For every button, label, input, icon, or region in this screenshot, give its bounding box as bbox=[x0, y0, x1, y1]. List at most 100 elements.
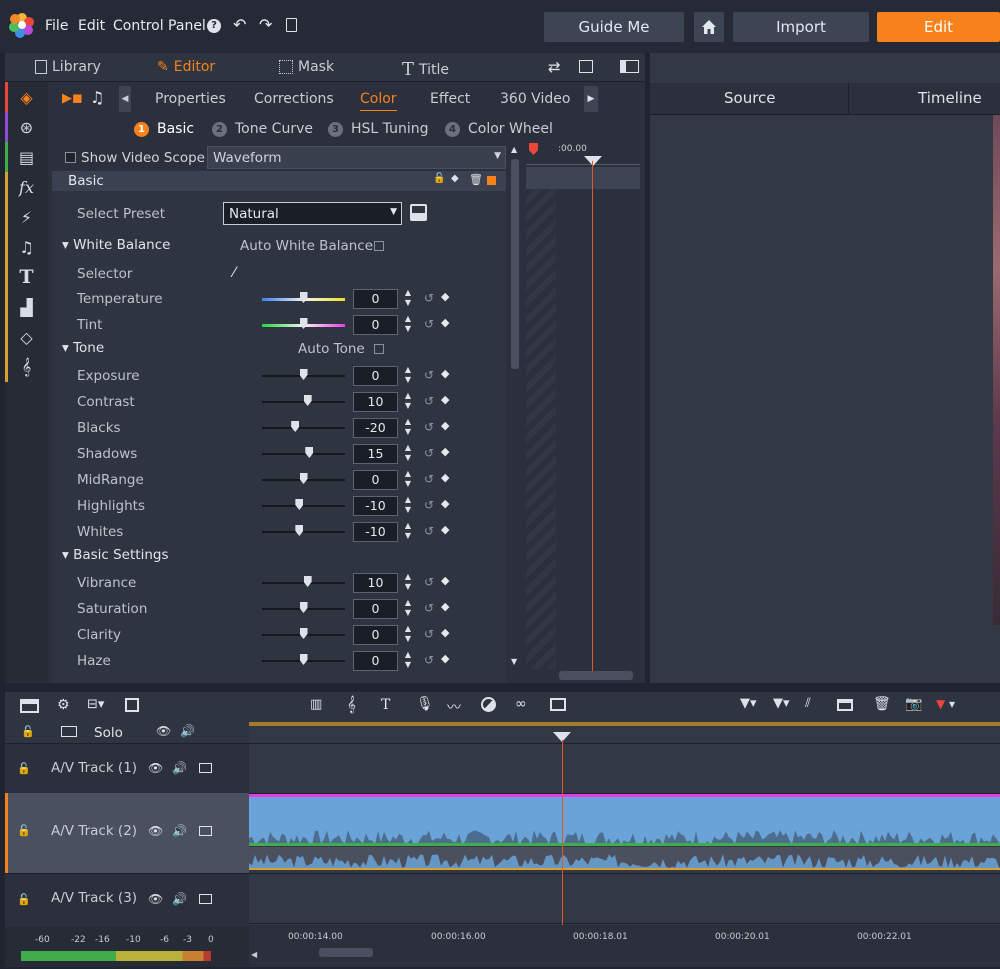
blend-icon[interactable]: ∞ bbox=[515, 696, 527, 712]
delete-icon[interactable]: 🗑 bbox=[469, 173, 483, 186]
sidebar-clef-icon[interactable]: 𝄞 bbox=[5, 352, 48, 382]
video-icon[interactable]: ▶◼ bbox=[62, 91, 83, 106]
reset-icon[interactable]: ↺ bbox=[424, 524, 434, 538]
import-button[interactable]: Import bbox=[733, 12, 869, 42]
vibrance-stepper[interactable]: ▲ ▼ bbox=[403, 572, 413, 594]
speaker-icon[interactable]: 🔊 bbox=[172, 892, 187, 906]
scope-checkbox[interactable] bbox=[65, 152, 76, 163]
reset-icon[interactable]: ↺ bbox=[424, 446, 434, 460]
split-icon[interactable]: ⫽ bbox=[805, 696, 811, 711]
reset-icon[interactable]: ↺ bbox=[424, 498, 434, 512]
trash-icon[interactable]: 🗑 bbox=[873, 696, 891, 712]
haze-value[interactable]: 0 bbox=[353, 651, 398, 671]
mini-hscroll[interactable] bbox=[559, 671, 633, 680]
white-balance-row[interactable]: ▾ White Balance Auto White Balance bbox=[52, 233, 506, 259]
tab-editor[interactable]: ✎ Editor bbox=[157, 59, 215, 75]
guide-me-button[interactable]: Guide Me bbox=[544, 12, 684, 42]
reset-icon[interactable]: ↺ bbox=[424, 317, 434, 331]
midrange-stepper[interactable]: ▲ ▼ bbox=[403, 469, 413, 491]
keyframe-icon[interactable]: ◆ bbox=[451, 173, 459, 184]
eye-icon[interactable]: 👁 bbox=[156, 724, 171, 738]
keyframe-diamond-icon[interactable]: ◆ bbox=[441, 316, 449, 329]
redo-icon[interactable]: ↷ bbox=[259, 15, 272, 34]
keyframe-diamond-icon[interactable]: ◆ bbox=[441, 497, 449, 510]
haze-stepper[interactable]: ▲ ▼ bbox=[403, 650, 413, 672]
audio-clip[interactable] bbox=[249, 847, 1000, 870]
layout-icon[interactable] bbox=[620, 60, 639, 73]
speaker-icon[interactable]: 🔊 bbox=[172, 824, 187, 838]
help-icon[interactable]: ? bbox=[207, 19, 221, 33]
track-options-icon[interactable]: ⊟▾ bbox=[87, 697, 104, 712]
tab-timeline[interactable]: Timeline bbox=[918, 89, 982, 107]
reset-icon[interactable]: ↺ bbox=[424, 420, 434, 434]
basic-settings-row[interactable]: ▾ Basic Settings bbox=[52, 543, 506, 569]
lock-icon[interactable]: 🔓 bbox=[17, 893, 31, 906]
tint-slider[interactable] bbox=[262, 318, 345, 329]
auto-white-balance-checkbox[interactable] bbox=[374, 241, 384, 251]
preset-select[interactable]: Natural ▼ bbox=[223, 202, 402, 225]
saturation-slider[interactable] bbox=[262, 602, 345, 613]
tab-properties[interactable]: Properties bbox=[155, 91, 226, 107]
motion-icon[interactable]: 〰 bbox=[447, 697, 461, 717]
temperature-slider[interactable] bbox=[262, 292, 345, 303]
clarity-slider[interactable] bbox=[262, 628, 345, 639]
keyframe-diamond-icon[interactable]: ◆ bbox=[441, 419, 449, 432]
eyedropper-icon[interactable]: ⁄ bbox=[233, 265, 235, 281]
tabs-scroll-left[interactable]: ◀ bbox=[119, 86, 131, 112]
title-tool-icon[interactable]: T bbox=[381, 697, 390, 713]
sidebar-media-icon[interactable]: ◈ bbox=[5, 82, 48, 112]
blacks-stepper[interactable]: ▲ ▼ bbox=[403, 417, 413, 439]
whites-stepper[interactable]: ▲ ▼ bbox=[403, 521, 413, 543]
keyframe-diamond-icon[interactable]: ◆ bbox=[441, 290, 449, 303]
midrange-value[interactable]: 0 bbox=[353, 470, 398, 490]
tone-row[interactable]: ▾ Tone Auto Tone bbox=[52, 336, 506, 362]
audio-icon[interactable]: ♫ bbox=[90, 88, 104, 107]
speaker-icon[interactable]: 🔊 bbox=[180, 724, 195, 738]
eye-icon[interactable]: 👁 bbox=[148, 824, 163, 838]
exposure-value[interactable]: 0 bbox=[353, 366, 398, 386]
tab-library[interactable]: Library bbox=[35, 59, 101, 75]
shadows-stepper[interactable]: ▲ ▼ bbox=[403, 443, 413, 465]
reset-icon[interactable]: ↺ bbox=[424, 627, 434, 641]
eye-icon[interactable]: 👁 bbox=[148, 761, 163, 775]
track-1-header[interactable]: 🔓 A/V Track (1) 👁 🔊 bbox=[5, 743, 249, 793]
marker-icon[interactable] bbox=[529, 143, 538, 155]
marker-dropdown-icon[interactable]: ▼▾ bbox=[740, 696, 757, 711]
solo-track-icon[interactable] bbox=[61, 726, 77, 737]
sidebar-layers-icon[interactable]: ◇ bbox=[5, 322, 48, 352]
tab-color[interactable]: Color bbox=[360, 91, 397, 111]
blacks-slider[interactable] bbox=[262, 421, 345, 432]
sidebar-title-icon[interactable]: T bbox=[5, 262, 48, 292]
saturation-value[interactable]: 0 bbox=[353, 599, 398, 619]
subtab-color-wheel[interactable]: 4 Color Wheel bbox=[445, 121, 553, 137]
exposure-stepper[interactable]: ▲ ▼ bbox=[403, 365, 413, 387]
video-clip[interactable] bbox=[249, 794, 1000, 846]
subtab-hsl-tuning[interactable]: 3 HSL Tuning bbox=[328, 121, 429, 137]
reset-icon[interactable]: ↺ bbox=[424, 653, 434, 667]
whites-slider[interactable] bbox=[262, 525, 345, 536]
lock-icon[interactable]: 🔓 bbox=[17, 762, 31, 775]
storyboard-icon[interactable] bbox=[20, 699, 39, 713]
camera-icon[interactable]: 📷 bbox=[905, 696, 922, 712]
reset-icon[interactable]: ↺ bbox=[424, 472, 434, 486]
menu-control-panel[interactable]: Control Panel bbox=[113, 18, 206, 34]
temperature-value[interactable]: 0 bbox=[353, 289, 398, 309]
clarity-stepper[interactable]: ▲ ▼ bbox=[403, 624, 413, 646]
exposure-slider[interactable] bbox=[262, 369, 345, 380]
track-2-header[interactable]: 🔓 A/V Track (2) 👁 🔊 bbox=[5, 793, 249, 873]
save-preset-icon[interactable] bbox=[410, 204, 427, 221]
sidebar-music-icon[interactable]: ♫ bbox=[5, 232, 48, 262]
clef-icon[interactable]: 𝄞 bbox=[347, 695, 356, 713]
vibrance-slider[interactable] bbox=[262, 576, 345, 587]
sidebar-fx-icon[interactable]: fx bbox=[5, 172, 48, 202]
track-3-header[interactable]: 🔓 A/V Track (3) 👁 🔊 bbox=[5, 873, 249, 923]
properties-scrollbar[interactable]: ▲ ▼ bbox=[509, 145, 521, 670]
document-icon[interactable] bbox=[286, 18, 297, 32]
reset-icon[interactable]: ↺ bbox=[424, 601, 434, 615]
settings-icon[interactable]: ⚙ bbox=[57, 697, 70, 713]
undo-icon[interactable]: ↶ bbox=[233, 15, 246, 34]
keyframe-diamond-icon[interactable]: ◆ bbox=[441, 600, 449, 613]
reset-icon[interactable]: ↺ bbox=[424, 575, 434, 589]
preview-icon[interactable] bbox=[199, 763, 212, 773]
clarity-value[interactable]: 0 bbox=[353, 625, 398, 645]
